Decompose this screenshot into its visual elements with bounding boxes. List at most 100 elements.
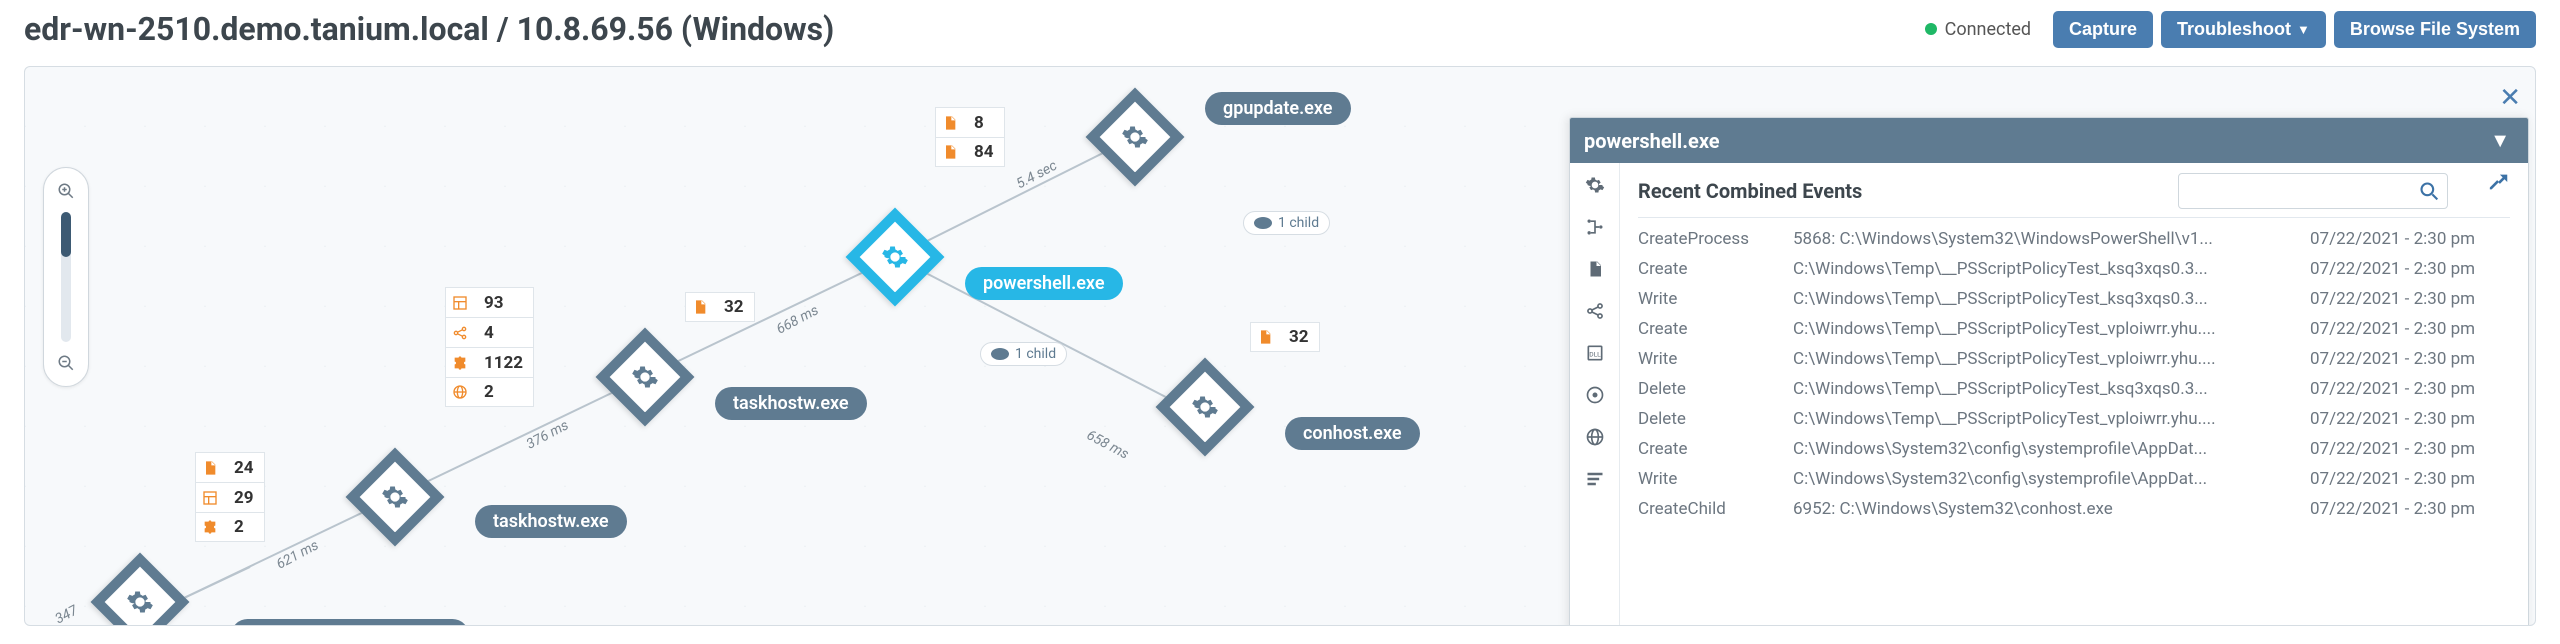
process-label-gpupdate[interactable]: gpupdate.exe <box>1205 92 1351 125</box>
process-node-powershell[interactable] <box>860 222 930 292</box>
panel-search[interactable] <box>2178 173 2448 209</box>
panel-collapse-icon[interactable]: ▼ <box>2486 128 2514 153</box>
process-node-conhost[interactable] <box>1170 372 1240 442</box>
event-timestamp: 07/22/2021 - 2:30 pm <box>2300 374 2510 404</box>
file-icon <box>936 108 964 137</box>
zoom-slider[interactable] <box>61 212 71 342</box>
gear-icon <box>126 588 154 616</box>
badge-row[interactable]: 1122 <box>445 347 534 377</box>
child-chip[interactable]: 1 child <box>1243 211 1330 235</box>
event-row[interactable]: CreateC:\Windows\System32\config\systemp… <box>1638 434 2510 464</box>
badge-row[interactable]: 84 <box>935 137 1005 167</box>
process-node-taskhostw2[interactable] <box>610 342 680 412</box>
badge-row[interactable]: 32 <box>685 292 755 322</box>
event-path: C:\Windows\Temp\__PSScriptPolicyTest_ksq… <box>1793 284 2300 314</box>
list-icon[interactable] <box>1583 467 1607 491</box>
capture-button[interactable]: Capture <box>2053 11 2153 48</box>
process-graph-canvas[interactable]: ✕ 621 ms 376 ms 668 ms 5.4 sec 658 ms 34… <box>24 66 2536 626</box>
badge-value: 32 <box>714 297 754 317</box>
page-title: edr-wn-2510.demo.tanium.local / 10.8.69.… <box>24 10 834 48</box>
troubleshoot-button[interactable]: Troubleshoot▼ <box>2161 11 2326 48</box>
event-row[interactable]: WriteC:\Windows\System32\config\systempr… <box>1638 464 2510 494</box>
file-icon <box>686 293 714 321</box>
event-timestamp: 07/22/2021 - 2:30 pm <box>2300 404 2510 434</box>
badge-row[interactable]: 8 <box>935 107 1005 137</box>
caret-down-icon: ▼ <box>2297 22 2310 37</box>
event-op: Create <box>1638 434 1793 464</box>
event-path: C:\Windows\Temp\__PSScriptPolicyTest_vpl… <box>1793 314 2300 344</box>
search-icon <box>2419 181 2439 201</box>
file-icon <box>936 138 964 166</box>
process-label-conhost[interactable]: conhost.exe <box>1285 417 1420 450</box>
badge-stack-powershell: 884 <box>935 107 1005 167</box>
event-row[interactable]: CreateChild6952: C:\Windows\System32\con… <box>1638 494 2510 524</box>
event-path: C:\Windows\Temp\__PSScriptPolicyTest_vpl… <box>1793 404 2300 434</box>
process-label-taskhostw2[interactable]: taskhostw.exe <box>715 387 867 420</box>
process-node-root[interactable] <box>105 567 175 626</box>
event-op: Delete <box>1638 374 1793 404</box>
child-chip-icon <box>1254 217 1272 229</box>
event-row[interactable]: WriteC:\Windows\Temp\__PSScriptPolicyTes… <box>1638 284 2510 314</box>
badge-row[interactable]: 32 <box>1250 322 1320 352</box>
search-input[interactable] <box>2187 182 2419 200</box>
zoom-out-button[interactable] <box>53 350 79 376</box>
gear-icon[interactable] <box>1583 173 1607 197</box>
edge-label: 5.4 sec <box>1014 158 1060 193</box>
child-chip-label: 1 child <box>1278 215 1319 231</box>
process-label-appid[interactable]: appidpolicyconverter.exe <box>231 619 469 626</box>
event-row[interactable]: DeleteC:\Windows\Temp\__PSScriptPolicyTe… <box>1638 404 2510 434</box>
file-icon <box>196 453 224 482</box>
event-timestamp: 07/22/2021 - 2:30 pm <box>2300 224 2510 254</box>
process-label-powershell[interactable]: powershell.exe <box>965 267 1123 300</box>
browse-filesystem-button[interactable]: Browse File System <box>2334 11 2536 48</box>
badge-row[interactable]: 24 <box>195 452 265 482</box>
child-chip-label: 1 child <box>1015 346 1056 362</box>
edge-label: 347 <box>53 603 81 626</box>
details-panel: powershell.exe ▼ DLL Recent Combined Eve… <box>1569 117 2529 626</box>
badge-value: 8 <box>964 113 994 133</box>
process-label-taskhostw1[interactable]: taskhostw.exe <box>475 505 627 538</box>
event-path: 5868: C:\Windows\System32\WindowsPowerSh… <box>1793 224 2300 254</box>
badge-row[interactable]: 93 <box>445 287 534 317</box>
edge-label: 376 ms <box>524 417 571 452</box>
event-op: Create <box>1638 254 1793 284</box>
event-row[interactable]: CreateC:\Windows\Temp\__PSScriptPolicyTe… <box>1638 254 2510 284</box>
layout-icon <box>446 288 474 317</box>
file-icon[interactable] <box>1583 257 1607 281</box>
event-row[interactable]: CreateC:\Windows\Temp\__PSScriptPolicyTe… <box>1638 314 2510 344</box>
badge-row[interactable]: 2 <box>195 512 265 542</box>
globe-icon[interactable] <box>1583 425 1607 449</box>
badge-row[interactable]: 4 <box>445 317 534 347</box>
process-node-taskhostw1[interactable] <box>360 462 430 532</box>
process-node-gpupdate[interactable] <box>1100 102 1170 172</box>
badge-stack-taskhostw-mid: 934 1122 2 <box>445 287 534 407</box>
event-row[interactable]: CreateProcess5868: C:\Windows\System32\W… <box>1638 224 2510 254</box>
event-row[interactable]: DeleteC:\Windows\Temp\__PSScriptPolicyTe… <box>1638 374 2510 404</box>
zoom-in-button[interactable] <box>53 178 79 204</box>
expand-icon[interactable] <box>2488 171 2510 197</box>
zoom-control <box>43 167 89 387</box>
event-path: C:\Windows\Temp\__PSScriptPolicyTest_vpl… <box>1793 344 2300 374</box>
panel-header[interactable]: powershell.exe ▼ <box>1570 118 2528 163</box>
edge-label: 658 ms <box>1084 427 1131 462</box>
puzzle-icon <box>196 513 224 541</box>
share-icon[interactable] <box>1583 299 1607 323</box>
event-row[interactable]: WriteC:\Windows\Temp\__PSScriptPolicyTes… <box>1638 344 2510 374</box>
gear-icon <box>881 243 909 271</box>
disc-icon[interactable] <box>1583 383 1607 407</box>
badge-row[interactable]: 29 <box>195 482 265 512</box>
badge-stack-taskhostw-left: 24292 <box>195 452 265 542</box>
status-label: Connected <box>1945 19 2031 40</box>
badge-row[interactable]: 2 <box>445 377 534 407</box>
event-op: Write <box>1638 464 1793 494</box>
tree-icon[interactable] <box>1583 215 1607 239</box>
event-timestamp: 07/22/2021 - 2:30 pm <box>2300 284 2510 314</box>
event-op: Write <box>1638 344 1793 374</box>
close-panel-icon[interactable]: ✕ <box>2499 83 2521 113</box>
browse-button-label: Browse File System <box>2350 19 2520 40</box>
child-chip[interactable]: 1 child <box>980 342 1067 366</box>
dll-icon[interactable]: DLL <box>1583 341 1607 365</box>
event-path: C:\Windows\Temp\__PSScriptPolicyTest_ksq… <box>1793 254 2300 284</box>
badge-value: 1122 <box>474 353 533 373</box>
gear-icon <box>381 483 409 511</box>
